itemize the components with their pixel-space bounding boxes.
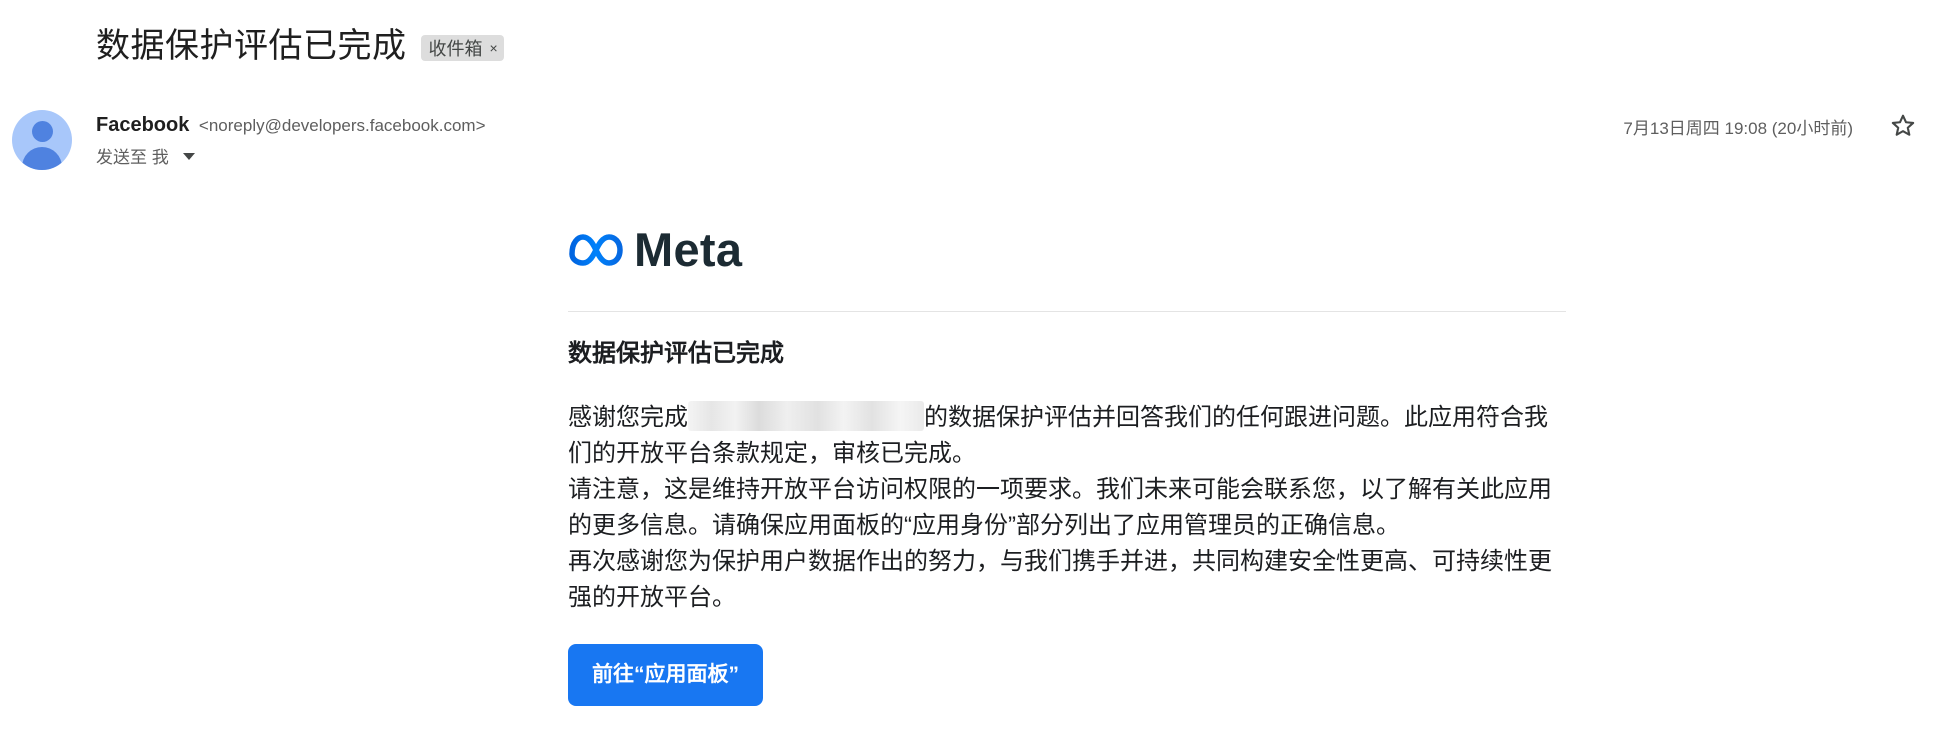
paragraph-3: 再次感谢您为保护用户数据作出的努力，与我们携手并进，共同构建安全性更高、可持续性… [568, 548, 1552, 611]
paragraph-1: 感谢您完成 的数据保护评估并回答我们的任何跟进问题。此应用符合我们的开放平台条款规… [568, 400, 1566, 472]
sender-line: Facebook <noreply@developers.facebook.co… [96, 112, 486, 139]
caret-down-icon[interactable] [182, 153, 195, 160]
go-to-app-dashboard-button[interactable]: 前往“应用面板” [568, 644, 763, 706]
sender-avatar-icon[interactable] [12, 110, 72, 170]
sender-name[interactable]: Facebook [96, 114, 189, 136]
email-subject: 数据保护评估已完成 [96, 27, 407, 65]
meta-infinity-logo-icon [569, 234, 623, 266]
email-subject-row: 数据保护评估已完成 收件箱 × [96, 22, 504, 70]
meta-logo-text: Meta [634, 223, 743, 276]
meta-logo: Meta [568, 222, 1566, 278]
inbox-label-chip[interactable]: 收件箱 × [420, 35, 504, 61]
redacted-app-name [688, 401, 924, 431]
header-divider [568, 311, 1566, 312]
inbox-label-text: 收件箱 [428, 39, 483, 59]
avatar-head [32, 121, 53, 142]
avatar-body [22, 147, 62, 170]
email-body: Meta 数据保护评估已完成 感谢您完成 的数据保护评估并回答我们的任何跟进问题。… [568, 222, 1566, 706]
close-icon[interactable]: × [490, 40, 498, 56]
email-body-text: 感谢您完成 的数据保护评估并回答我们的任何跟进问题。此应用符合我们的开放平台条款规… [568, 400, 1566, 616]
email-body-title: 数据保护评估已完成 [568, 340, 784, 367]
star-icon[interactable] [1889, 112, 1917, 140]
sender-email: <noreply@developers.facebook.com> [198, 116, 486, 135]
recipient-label: 发送至 我 [96, 148, 169, 167]
paragraph-1-start: 感谢您完成 [568, 404, 688, 431]
recipient-details-toggle[interactable]: 发送至 我 [96, 143, 486, 168]
sender-block: Facebook <noreply@developers.facebook.co… [96, 112, 486, 168]
email-timestamp: 7月13日周四 19:08 (20小时前) [1623, 119, 1853, 138]
paragraph-2: 请注意，这是维持开放平台访问权限的一项要求。我们未来可能会联系您，以了解有关此应… [568, 476, 1552, 539]
